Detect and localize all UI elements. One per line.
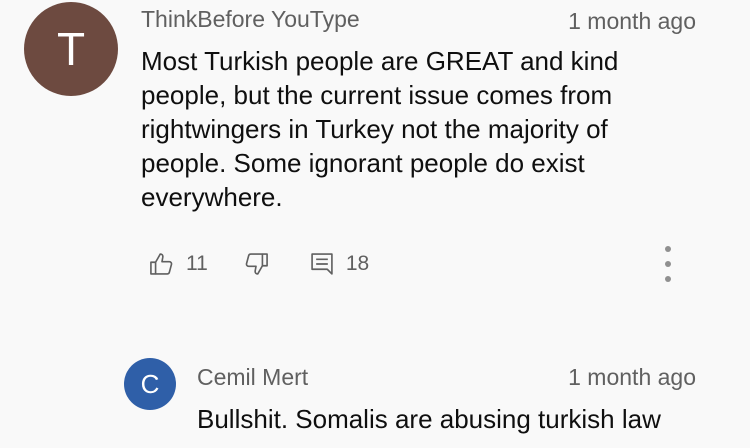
like-count: 11: [186, 252, 208, 275]
thumbs-up-icon: [150, 253, 173, 275]
replies-button[interactable]: 18: [308, 250, 369, 278]
comment-thread: T ThinkBefore YouType 1 month ago Most T…: [0, 0, 750, 300]
reply-comment: C Cemil Mert 1 month ago Bullshit. Somal…: [0, 350, 750, 448]
comment-icon: [311, 253, 333, 275]
comment-timestamp[interactable]: 1 month ago: [568, 364, 696, 391]
comment-timestamp[interactable]: 1 month ago: [568, 8, 696, 35]
avatar[interactable]: C: [124, 358, 176, 410]
more-options-button[interactable]: [662, 246, 674, 282]
more-vertical-icon: [665, 246, 671, 282]
comment-text: Most Turkish people are GREAT and kind p…: [141, 46, 619, 212]
comment-author[interactable]: ThinkBefore YouType: [141, 6, 360, 33]
dislike-button[interactable]: [242, 250, 270, 278]
comment-text: Bullshit. Somalis are abusing turkish la…: [197, 404, 661, 434]
comment-actions: 11 18: [148, 246, 369, 282]
like-button[interactable]: 11: [148, 250, 208, 278]
thumbs-down-icon: [245, 253, 268, 275]
avatar-letter: T: [56, 23, 86, 75]
avatar[interactable]: T: [24, 2, 118, 96]
avatar-letter: C: [140, 368, 160, 399]
comment-author[interactable]: Cemil Mert: [197, 364, 308, 391]
reply-count: 18: [345, 252, 370, 275]
